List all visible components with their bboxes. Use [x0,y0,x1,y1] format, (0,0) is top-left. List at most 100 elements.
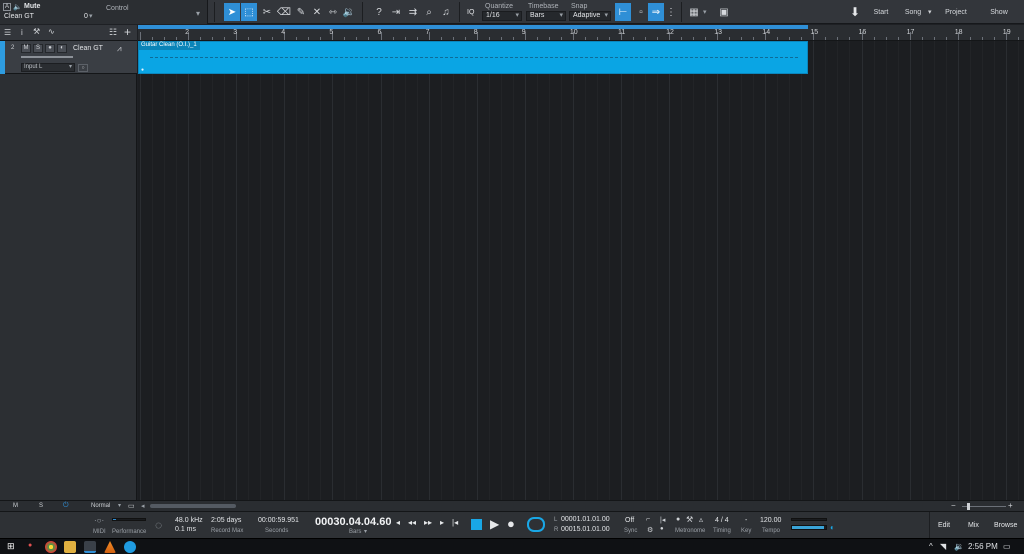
menu-icon[interactable]: ☰ [4,28,11,37]
tempo-value[interactable]: 120.00 [760,517,781,524]
windows-start-icon[interactable]: ⊞ [7,541,15,552]
play-icon[interactable]: ▶ [490,517,499,531]
chrome-icon[interactable] [45,541,57,553]
metronome-icon[interactable]: ▵ [699,515,703,524]
timebase-select[interactable]: Bars [526,11,566,21]
control-value[interactable]: 0 [84,13,88,20]
mute-tool-icon[interactable]: ✕ [309,3,325,21]
info-icon[interactable]: i [21,28,23,37]
app-icon[interactable] [124,541,136,553]
bend-tool-icon[interactable]: ⇿ [325,3,341,21]
expand-icon[interactable]: A [3,3,11,11]
iq-button[interactable]: IQ [467,9,474,16]
snap-events-icon[interactable]: ⇒ [648,3,664,21]
sync-value[interactable]: Off [625,517,634,524]
vlc-icon[interactable] [104,541,116,553]
snap-cursor-icon[interactable]: ⋮ [663,3,679,21]
zoom-out-icon[interactable]: − [951,501,956,510]
song-button[interactable]: Song [900,4,926,20]
show-button[interactable]: Show [984,4,1014,20]
download-icon[interactable]: ⬇ [846,3,864,21]
event-handle-icon[interactable]: ● [141,67,144,73]
arrange-view[interactable] [138,41,1024,500]
quantize-select[interactable]: 1/16 [482,11,522,21]
mute-all-button[interactable]: M [13,503,18,509]
track-header[interactable]: 2 M S ● ◐ Clean GT ⩘ Input L ▾ ○ [0,41,137,74]
mix-button[interactable]: Mix [968,522,979,529]
stop-button[interactable] [471,519,482,530]
record-icon[interactable]: ● [507,516,515,531]
draw-tool-icon[interactable]: ✎ [293,3,309,21]
volume-icon[interactable]: 🔉 [954,542,964,551]
zoom-slider-handle[interactable] [967,503,970,510]
arrow-tool-icon[interactable]: ➤ [224,3,240,21]
loop-icon[interactable] [527,517,545,532]
browse-button[interactable]: Browse [994,522,1017,529]
wrench-icon[interactable]: ⚒ [33,27,40,36]
zoom-icon[interactable]: ⌕ [421,3,437,21]
loop-start[interactable]: 00001.01.01.00 [561,516,610,523]
chevron-down-icon[interactable]: ▾ [118,502,121,509]
start-button[interactable]: Start [868,4,894,20]
tray-chevron-icon[interactable]: ^ [929,542,933,551]
record-app-icon[interactable]: ● [28,542,32,549]
loop-end[interactable]: 00015.01.01.00 [561,526,610,533]
rewind-icon[interactable]: ◂◂ [408,518,416,527]
solo-button[interactable]: S [33,44,43,53]
snap-select[interactable]: Adaptive [569,11,611,21]
chevron-down-icon[interactable]: ▾ [196,9,200,18]
timing-value[interactable]: 4 / 4 [715,517,729,524]
studio-one-icon[interactable] [84,541,96,553]
eraser-tool-icon[interactable]: ⌫ [276,3,292,21]
volume-slider[interactable] [21,56,73,58]
output-icon[interactable]: ○ [78,64,88,72]
horizontal-scrollbar[interactable] [150,504,236,508]
output-volume[interactable] [791,525,827,530]
folder-icon[interactable] [64,541,76,553]
fast-forward-icon[interactable]: ▸▸ [424,518,432,527]
metronome-settings-icon[interactable]: ⚒ [686,515,693,524]
to-start-icon[interactable]: |◂ [452,518,458,527]
track-view-icon[interactable]: ▭ [128,502,135,510]
snap-toggle-icon[interactable]: ⊢ [615,3,631,21]
preroll-icon[interactable]: |◂ [660,516,665,524]
key-value[interactable]: - [745,517,747,524]
rewind-start-icon[interactable]: ◂ [396,518,400,527]
split-tool-icon[interactable]: ✂ [259,3,275,21]
project-button[interactable]: Project [940,4,972,20]
add-track-icon[interactable]: + [124,25,131,39]
precount-icon[interactable]: ⌐ [646,516,650,523]
wifi-icon[interactable]: ◥ [940,542,946,551]
notification-icon[interactable]: ▭ [1003,542,1011,551]
listen-tool-icon[interactable]: 🔉 [341,3,357,21]
mute-button[interactable]: M [21,44,31,53]
chevron-down-icon[interactable]: ▾ [364,528,367,535]
follow-icon[interactable]: ⇉ [405,3,421,21]
scroll-left-icon[interactable]: ◂ [141,502,145,510]
clock[interactable]: 2:56 PM [968,542,998,551]
monitor-button[interactable]: ◐ [57,44,67,53]
autoscroll-icon[interactable]: ⇥ [388,3,404,21]
punch-icon[interactable]: ● [660,526,664,532]
solo-all-button[interactable]: S [39,503,43,509]
metronome-on-icon[interactable]: ● [676,516,680,523]
layout-icon[interactable]: ▦ [686,3,702,21]
loop-range[interactable] [138,25,808,29]
record-button[interactable]: ● [45,44,55,53]
track-list-icon[interactable]: ☷ [109,27,117,38]
track-name[interactable]: Clean GT [73,45,103,52]
mode-select[interactable]: Normal [91,503,110,509]
chevron-down-icon[interactable]: ▾ [928,8,932,16]
zoom-in-icon[interactable]: + [1008,501,1013,510]
mute-label[interactable]: Mute [24,3,40,10]
snap-grid-icon[interactable]: ▫ [633,3,649,21]
chevron-down-icon[interactable]: ▾ [69,63,72,70]
settings-icon[interactable]: ⚙ [647,526,653,534]
chevron-down-icon[interactable]: ▾ [703,8,707,16]
window-icon[interactable]: ▣ [716,3,732,21]
position-display[interactable]: 00030.04.04.60 [315,516,391,528]
power-icon[interactable]: ⏻ [63,502,69,510]
input-select[interactable]: Input L [21,63,75,72]
edit-button[interactable]: Edit [938,522,950,529]
automation-icon[interactable]: ∿ [48,27,55,36]
